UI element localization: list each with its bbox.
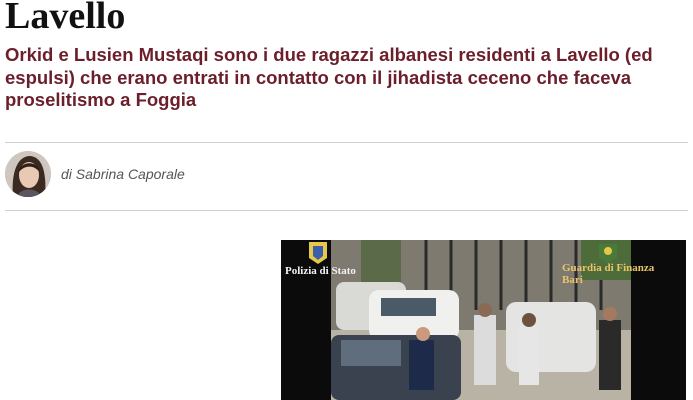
watermark-guardia-line2: Bari: [562, 274, 583, 286]
watermark-guardia-line1: Guardia di Finanza: [562, 262, 655, 274]
divider: [5, 210, 688, 211]
watermark-guardia-finanza: Guardia di Finanza Bari: [562, 262, 654, 286]
watermark-polizia: Polizia di Stato: [285, 265, 356, 277]
avatar-photo: [5, 151, 51, 197]
byline-prefix: di: [61, 166, 72, 182]
article-headline: Lavello: [5, 0, 126, 37]
divider: [5, 142, 688, 143]
author-avatar[interactable]: [5, 151, 51, 197]
byline: di Sabrina Caporale: [61, 166, 185, 182]
article-video[interactable]: Polizia di Stato Guardia di Finanza Bari: [281, 240, 686, 400]
article-subtitle: Orkid e Lusien Mustaqi sono i due ragazz…: [5, 44, 653, 110]
author-name[interactable]: Sabrina Caporale: [76, 166, 185, 182]
